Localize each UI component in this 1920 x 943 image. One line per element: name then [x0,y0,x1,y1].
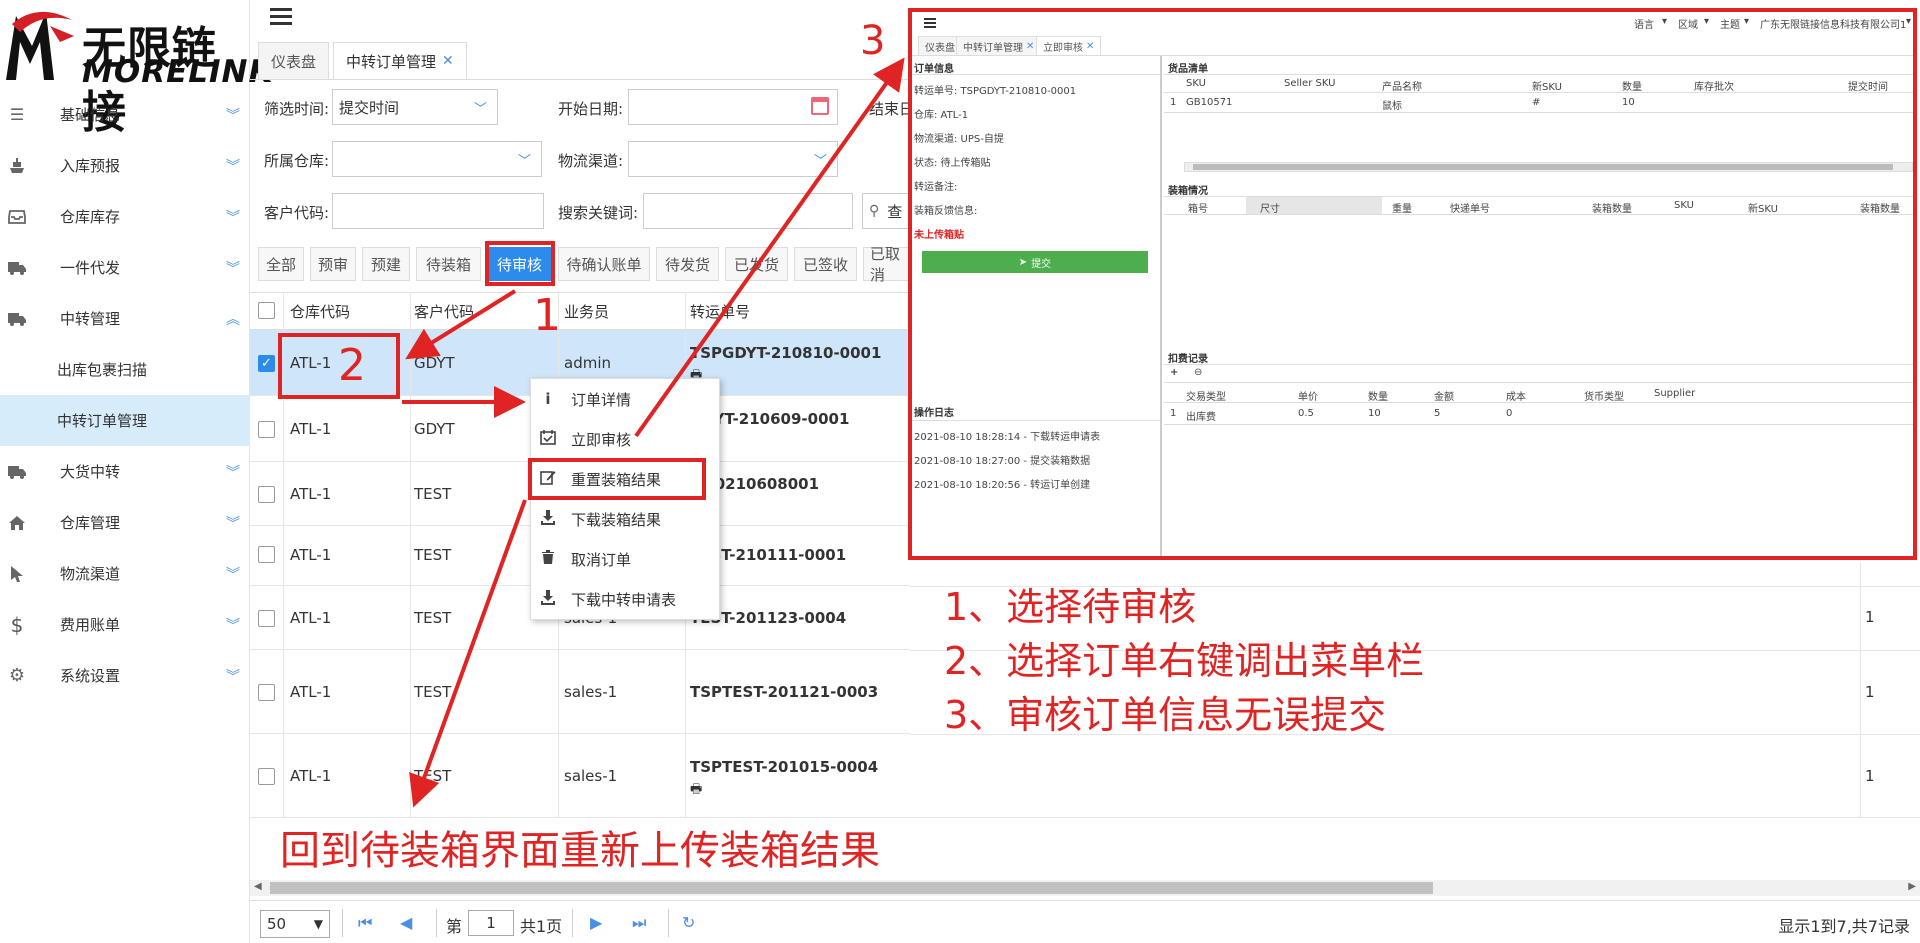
scroll-left-icon[interactable]: ◀ [254,881,262,892]
arrow-step-1 [405,289,517,360]
chevron-down-icon: ▼ [313,917,323,931]
page-number-input[interactable]: 1 [468,910,514,936]
scroll-right-icon[interactable]: ▶ [1908,881,1916,892]
screen: { "logo": { "cn": "无限链接", "en": "MORELIN… [0,0,1920,943]
annotation-arrows [402,57,905,808]
record-count: 显示1到7,共7记录 [1778,917,1910,936]
last-page-icon[interactable]: ⏭ [632,913,646,933]
annotation-bottom-note: 回到待装箱界面重新上传装箱结果 [280,828,880,874]
page-size-select[interactable]: 50 ▼ [260,910,330,938]
annotation-steps: 1、选择待审核 2、选择订单右键调出菜单栏 3、审核订单信息无误提交 [944,580,1424,742]
arrow-step-3 [634,57,905,438]
arrow-reset [409,499,527,808]
page-total: 共1页 [520,917,563,936]
horizontal-scrollbar[interactable]: ◀ ▶ [250,880,1920,896]
page-prefix: 第 [446,917,463,936]
annotation-step: 3、审核订单信息无误提交 [944,693,1387,737]
annotation-step: 1、选择待审核 [944,585,1197,629]
page-size-value: 50 [267,915,287,933]
prev-page-icon[interactable]: ◀ [400,913,412,932]
refresh-icon[interactable]: ↻ [682,913,695,932]
annotation-step: 2、选择订单右键调出菜单栏 [944,639,1425,683]
first-page-icon[interactable]: ⏮ [358,913,372,933]
pagination-bar: 50 ▼ ⏮ ◀ 第 1 共1页 ▶ ⏭ ↻ 显示1到7,共7记录 [250,900,1920,943]
next-page-icon[interactable]: ▶ [590,913,602,932]
scrollbar-thumb[interactable] [270,882,1433,894]
